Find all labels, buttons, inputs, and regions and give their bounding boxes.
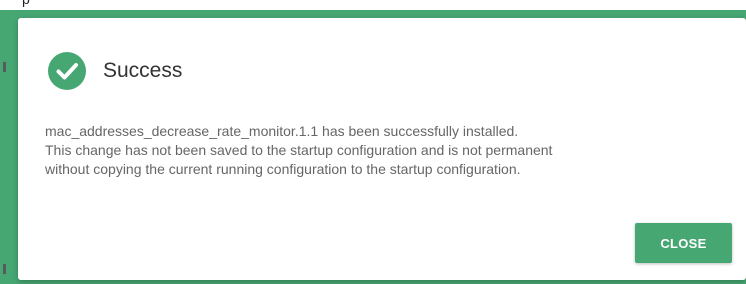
message-line: without copying the current running conf… (45, 161, 521, 177)
dialog-title: Success (103, 59, 183, 82)
close-button[interactable]: CLOSE (635, 223, 732, 263)
message-line: This change has not been saved to the st… (45, 142, 553, 158)
success-dialog: Success mac_addresses_decrease_rate_moni… (18, 18, 746, 280)
dialog-message: mac_addresses_decrease_rate_monitor.1.1 … (45, 122, 725, 179)
background-partial-text: p (22, 0, 30, 7)
dialog-header: Success (48, 52, 182, 90)
background-edge-mark (3, 264, 6, 274)
message-line: mac_addresses_decrease_rate_monitor.1.1 … (45, 123, 519, 139)
check-circle-icon (48, 52, 86, 90)
background-edge-mark (3, 62, 6, 72)
